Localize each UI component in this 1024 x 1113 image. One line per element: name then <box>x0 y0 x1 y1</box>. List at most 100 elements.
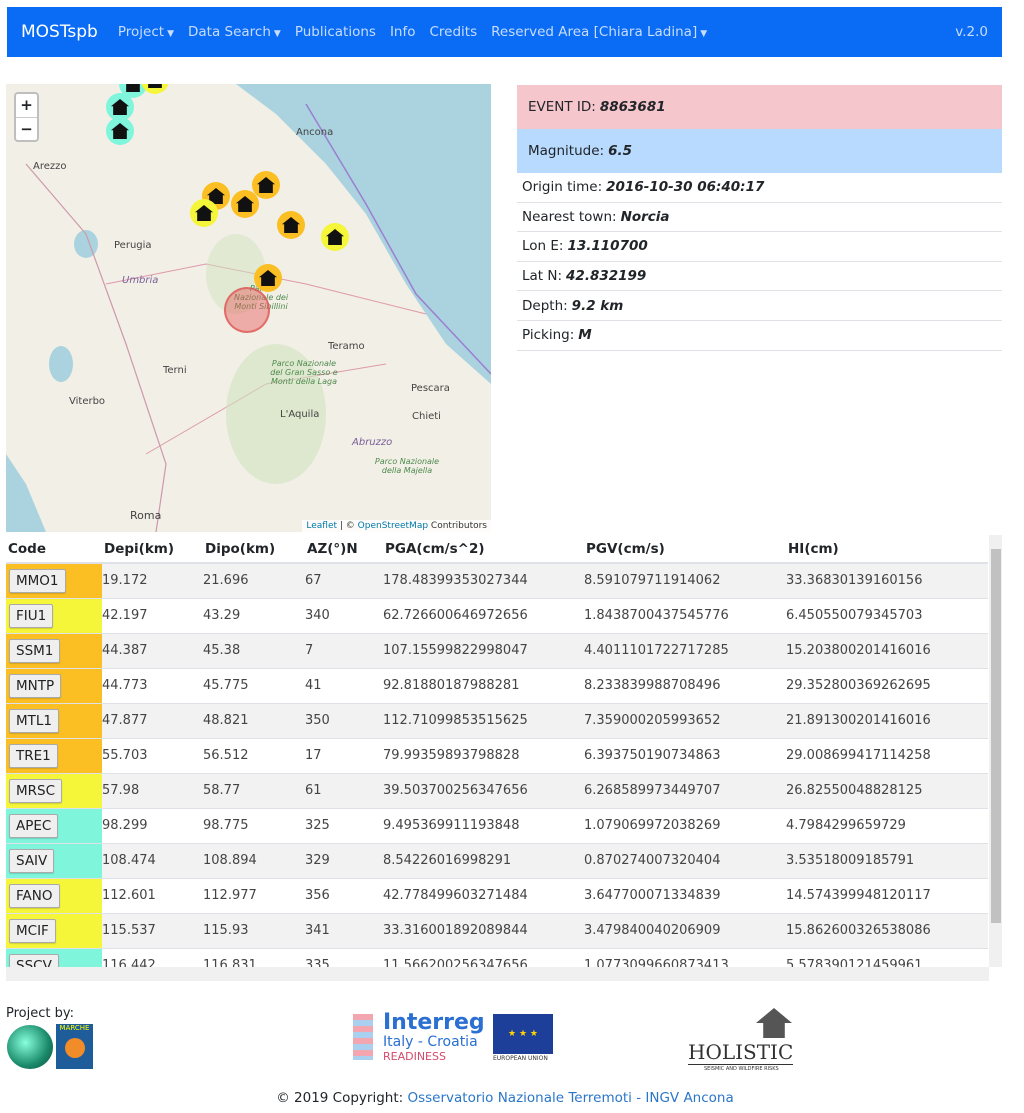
table-cell: 356 <box>305 877 383 913</box>
attr-text: Contributors <box>428 521 487 531</box>
map-label: Umbria <box>122 275 159 286</box>
station-marker[interactable] <box>277 211 305 239</box>
house-wifi-icon <box>124 84 142 92</box>
table-cell: 325 <box>305 807 383 843</box>
table-cell: 4.7984299659729 <box>786 807 988 843</box>
table-cell: 29.008699417114258 <box>786 737 988 773</box>
holistic-sub: SEISMIC AND WILDFIRE RISKS <box>704 1066 779 1072</box>
project-by: Project by: <box>6 1006 74 1021</box>
station-code-button[interactable]: FIU1 <box>9 603 54 628</box>
nav-credits[interactable]: Credits <box>430 24 478 40</box>
event-id-label: EVENT ID: <box>528 99 596 115</box>
station-code-button[interactable]: FANO <box>9 883 60 908</box>
table-cell: 44.387 <box>102 632 203 668</box>
table-cell: 329 <box>305 842 383 878</box>
table-cell: 6.393750190734863 <box>584 737 786 773</box>
zoom-out-button[interactable]: − <box>16 117 37 140</box>
horizontal-scrollbar[interactable] <box>6 967 989 981</box>
event-id: EVENT ID: 8863681 <box>517 85 1002 129</box>
station-code-button[interactable]: TRE1 <box>9 743 58 768</box>
station-code-button[interactable]: SAIV <box>9 848 55 873</box>
nav-info[interactable]: Info <box>390 24 416 40</box>
table-row: MRSC 57.98 58.77 61 39.503700256347656 6.2685… <box>6 772 988 808</box>
station-marker[interactable] <box>321 223 349 251</box>
column-header[interactable]: Depi(km) <box>102 535 203 564</box>
table-cell: 3.479840040206909 <box>584 912 786 948</box>
field-value: 2016-10-30 06:40:17 <box>606 179 765 196</box>
event-field: Depth: 9.2 km <box>517 291 1002 321</box>
table-cell: 112.977 <box>203 877 305 913</box>
table-cell: 21.696 <box>203 562 305 598</box>
event-field: Picking: M <box>517 321 1002 351</box>
table-cell: 41 <box>305 667 383 703</box>
nav-project[interactable]: Project ▼ <box>118 24 174 40</box>
nav-data-search[interactable]: Data Search ▼ <box>188 24 281 40</box>
table-cell: 62.726600646972656 <box>383 597 584 633</box>
map-label: Abruzzo <box>352 437 393 448</box>
table-cell: 115.537 <box>102 912 203 948</box>
field-label: Picking: <box>522 327 575 344</box>
code-cell: FIU1 <box>6 597 102 633</box>
station-code-button[interactable]: MRSC <box>9 778 63 803</box>
station-marker[interactable] <box>190 199 218 227</box>
nav-label: Data Search <box>187 24 271 40</box>
station-code-button[interactable]: MCIF <box>9 918 56 943</box>
nav-label: Reserved Area [Chiara Ladina] <box>491 24 698 40</box>
station-marker[interactable] <box>106 117 134 145</box>
station-marker[interactable] <box>231 190 259 218</box>
table-cell: 112.71099853515625 <box>383 702 584 738</box>
field-value: M <box>578 327 592 344</box>
table-cell: 33.36830139160156 <box>786 562 988 598</box>
table-row: SSM1 44.387 45.38 7 107.15599822998047 4.4011… <box>6 632 988 668</box>
station-marker[interactable] <box>254 264 282 292</box>
station-code-button[interactable]: SSM1 <box>9 638 61 663</box>
vertical-scrollbar[interactable] <box>989 535 1002 967</box>
attr-sep: | © <box>337 521 358 531</box>
osm-link[interactable]: OpenStreetMap <box>358 521 428 531</box>
ingv-link[interactable]: Osservatorio Nazionale Terremoti - INGV … <box>407 1090 733 1106</box>
table-cell: 45.775 <box>203 667 305 703</box>
code-cell: MTL1 <box>6 702 102 738</box>
epicenter-circle[interactable] <box>224 287 270 333</box>
table-row: MCIF 115.537 115.93 341 33.316001892089844 3.… <box>6 912 988 948</box>
table-cell: 340 <box>305 597 383 633</box>
leaflet-link[interactable]: Leaflet <box>306 521 337 531</box>
event-field: Nearest town: Norcia <box>517 203 1002 233</box>
field-label: Lon E: <box>522 238 564 255</box>
map-label: Chieti <box>412 411 441 422</box>
column-header[interactable]: AZ(°)N <box>305 535 383 564</box>
map[interactable]: Ancona Arezzo Perugia Umbria Parco Nazio… <box>6 84 491 532</box>
nav-reserved-area[interactable]: Reserved Area [Chiara Ladina] ▼ <box>491 24 707 40</box>
column-header[interactable]: PGA(cm/s^2) <box>383 535 584 564</box>
scrollbar-thumb[interactable] <box>991 549 1001 923</box>
table-cell: 178.48399353027344 <box>383 562 584 598</box>
map-attribution: Leaflet | © OpenStreetMap Contributors <box>302 520 491 532</box>
zoom-in-button[interactable]: + <box>16 94 37 117</box>
column-header[interactable]: HI(cm) <box>786 535 988 564</box>
field-label: Nearest town: <box>522 208 617 225</box>
column-header[interactable]: Dipo(km) <box>203 535 305 564</box>
table-cell: 341 <box>305 912 383 948</box>
station-code-button[interactable]: MNTP <box>9 673 62 698</box>
table-cell: 108.894 <box>203 842 305 878</box>
station-code-button[interactable]: MMO1 <box>9 568 66 593</box>
map-label: Teramo <box>328 341 365 352</box>
house-wifi-icon <box>257 177 275 193</box>
station-code-button[interactable]: APEC <box>9 813 59 838</box>
station-code-button[interactable]: MTL1 <box>9 708 60 733</box>
column-header[interactable]: Code <box>6 535 102 564</box>
house-wifi-icon <box>146 84 164 88</box>
map-label: Arezzo <box>33 161 67 172</box>
interreg-title: Interreg <box>383 1010 485 1035</box>
table-cell: 15.203800201416016 <box>786 632 988 668</box>
nav-publications[interactable]: Publications <box>295 24 376 40</box>
version: v.2.0 <box>955 24 988 40</box>
table-cell: 0.870274007320404 <box>584 842 786 878</box>
holistic-logo: HOLISTIC <box>688 1040 794 1065</box>
field-value: 13.110700 <box>567 238 648 255</box>
map-label: Parco Nazionale del Gran Sasso e Monti d… <box>270 359 338 386</box>
table-cell: 108.474 <box>102 842 203 878</box>
brand[interactable]: MOSTspb <box>21 22 98 42</box>
table-cell: 79.99359893798828 <box>383 737 584 773</box>
column-header[interactable]: PGV(cm/s) <box>584 535 786 564</box>
